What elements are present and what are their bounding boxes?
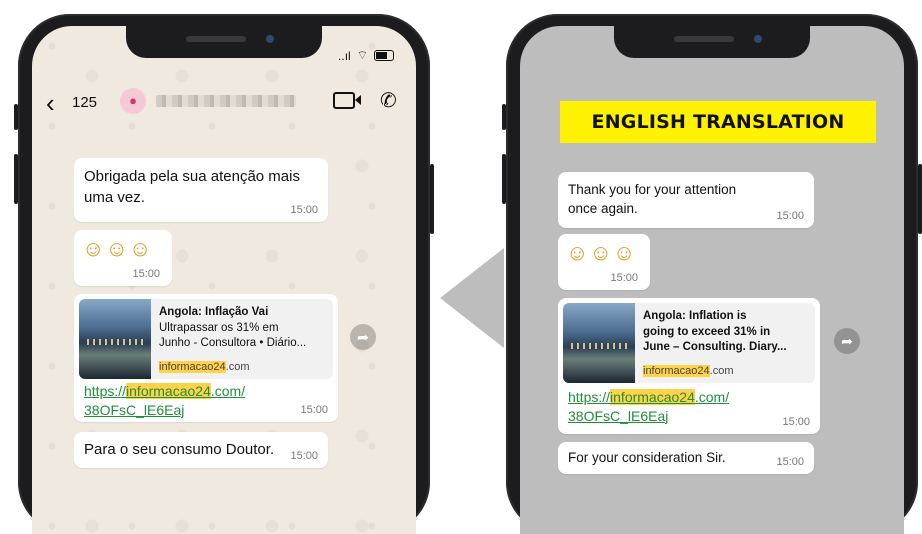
message-time: 15:00	[776, 456, 804, 468]
url-link[interactable]: https://informacao24.com/ 38OFsC_lE6Eaj	[84, 382, 245, 420]
message-time: 15:00	[782, 416, 810, 428]
link-preview-title: Angola: Inflation is going to exceed 31%…	[643, 309, 809, 356]
chat-screen-original: ..ıl ⌔ ‹ 125 ● ✆ Obrigada pela sua atenç…	[32, 26, 416, 534]
link-message-bubble[interactable]: Angola: Inflation is going to exceed 31%…	[558, 298, 820, 434]
message-line: uma vez.	[84, 189, 145, 206]
link-title-line: Junho - Consultora • Diário...	[159, 337, 307, 350]
phone-side-button	[502, 104, 506, 130]
message-bubble[interactable]: Para o seu consumo Doutor. 15:00	[74, 432, 328, 468]
wifi-icon: ⌔	[356, 48, 368, 62]
link-title-line: June – Consulting. Diary...	[643, 341, 787, 354]
message-text: Para o seu consumo Doutor.	[84, 441, 275, 458]
smiling-emoji-icon: ☺☺☺	[566, 240, 637, 265]
domain-highlight: informacao24	[159, 361, 226, 373]
url-path: 38OFsC_lE6Eaj	[568, 407, 669, 424]
message-time: 15:00	[776, 210, 804, 222]
avatar[interactable]: ●	[120, 88, 146, 114]
smiling-emoji-icon: ☺☺☺	[82, 236, 153, 261]
link-preview-domain: informacao24.com	[159, 361, 250, 373]
phone-side-button	[918, 164, 922, 234]
message-text: For your consideration Sir.	[568, 450, 726, 465]
link-title-line: going to exceed 31% in	[643, 325, 771, 338]
speaker-grille	[674, 36, 734, 42]
url-suffix: .com/	[210, 383, 246, 399]
chat-screen-translation: ENGLISH TRANSLATION Thank you for your a…	[520, 26, 904, 534]
url-prefix: https://	[84, 383, 127, 399]
message-time: 15:00	[132, 268, 160, 280]
status-bar: ..ıl ⌔	[338, 48, 394, 63]
emoji-message-bubble[interactable]: ☺☺☺ 15:00	[74, 230, 172, 286]
link-title-line: Ultrapassar os 31% em	[159, 321, 279, 334]
url-suffix: .com/	[694, 389, 730, 405]
chat-header: ‹ 125 ● ✆	[32, 84, 416, 124]
translation-pointer-arrow	[440, 248, 504, 348]
domain-suffix: .com	[709, 365, 734, 377]
url-link[interactable]: https://informacao24.com/ 38OFsC_lE6Eaj	[568, 388, 729, 426]
message-line: Thank you for your attention	[568, 182, 737, 197]
link-thumbnail	[563, 303, 635, 383]
link-preview-title: Angola: Inflação Vai Ultrapassar os 31% …	[159, 305, 327, 352]
phone-original: ..ıl ⌔ ‹ 125 ● ✆ Obrigada pela sua atenç…	[14, 14, 434, 534]
domain-highlight: informacao24	[643, 365, 710, 377]
phone-side-button	[430, 164, 434, 234]
link-message-bubble[interactable]: Angola: Inflação Vai Ultrapassar os 31% …	[74, 294, 338, 422]
link-preview-card[interactable]: Angola: Inflation is going to exceed 31%…	[563, 303, 815, 383]
emoji-message-bubble[interactable]: ☺☺☺ 15:00	[558, 234, 650, 290]
message-time: 15:00	[610, 272, 638, 284]
message-text: Obrigada pela sua atenção mais uma vez.	[84, 166, 300, 208]
message-bubble[interactable]: Obrigada pela sua atenção mais uma vez. …	[74, 158, 328, 222]
phone-icon[interactable]: ✆	[380, 88, 397, 113]
front-camera	[754, 35, 762, 43]
message-time: 15:00	[300, 404, 328, 416]
front-camera	[266, 35, 274, 43]
back-unread-count[interactable]: 125	[72, 94, 97, 111]
speaker-grille	[186, 36, 246, 42]
message-time: 15:00	[290, 204, 318, 216]
url-highlight: informacao24	[126, 383, 211, 399]
battery-icon	[374, 50, 394, 61]
url-prefix: https://	[568, 389, 611, 405]
phone-side-button	[14, 104, 18, 130]
phone-translation: ENGLISH TRANSLATION Thank you for your a…	[502, 14, 922, 534]
message-bubble[interactable]: Thank you for your attention once again.…	[558, 172, 814, 228]
contact-name-redacted[interactable]	[156, 95, 296, 107]
message-time: 15:00	[290, 450, 318, 462]
url-path: 38OFsC_lE6Eaj	[84, 401, 185, 418]
message-bubble[interactable]: For your consideration Sir. 15:00	[558, 442, 814, 474]
phone-notch	[614, 26, 810, 58]
link-title-line: Angola: Inflation is	[643, 310, 747, 322]
forward-icon[interactable]: ➦	[350, 324, 376, 350]
link-preview-domain: informacao24.com	[643, 365, 734, 377]
video-camera-icon[interactable]	[333, 92, 361, 109]
forward-icon[interactable]: ➦	[834, 328, 860, 354]
phone-side-button	[14, 154, 18, 204]
link-thumbnail	[79, 299, 151, 379]
url-highlight: informacao24	[610, 389, 695, 405]
message-line: once again.	[568, 201, 638, 216]
link-title-line: Angola: Inflação Vai	[159, 306, 269, 318]
phone-notch	[126, 26, 322, 58]
message-text: Thank you for your attention once again.	[568, 180, 736, 218]
chevron-left-icon[interactable]: ‹	[46, 90, 55, 116]
translation-banner: ENGLISH TRANSLATION	[560, 101, 876, 143]
phone-side-button	[502, 154, 506, 204]
message-line: Obrigada pela sua atenção mais	[84, 168, 300, 185]
link-preview-card[interactable]: Angola: Inflação Vai Ultrapassar os 31% …	[79, 299, 333, 379]
signal-icon: ..ıl	[338, 48, 351, 63]
domain-suffix: .com	[225, 361, 250, 373]
